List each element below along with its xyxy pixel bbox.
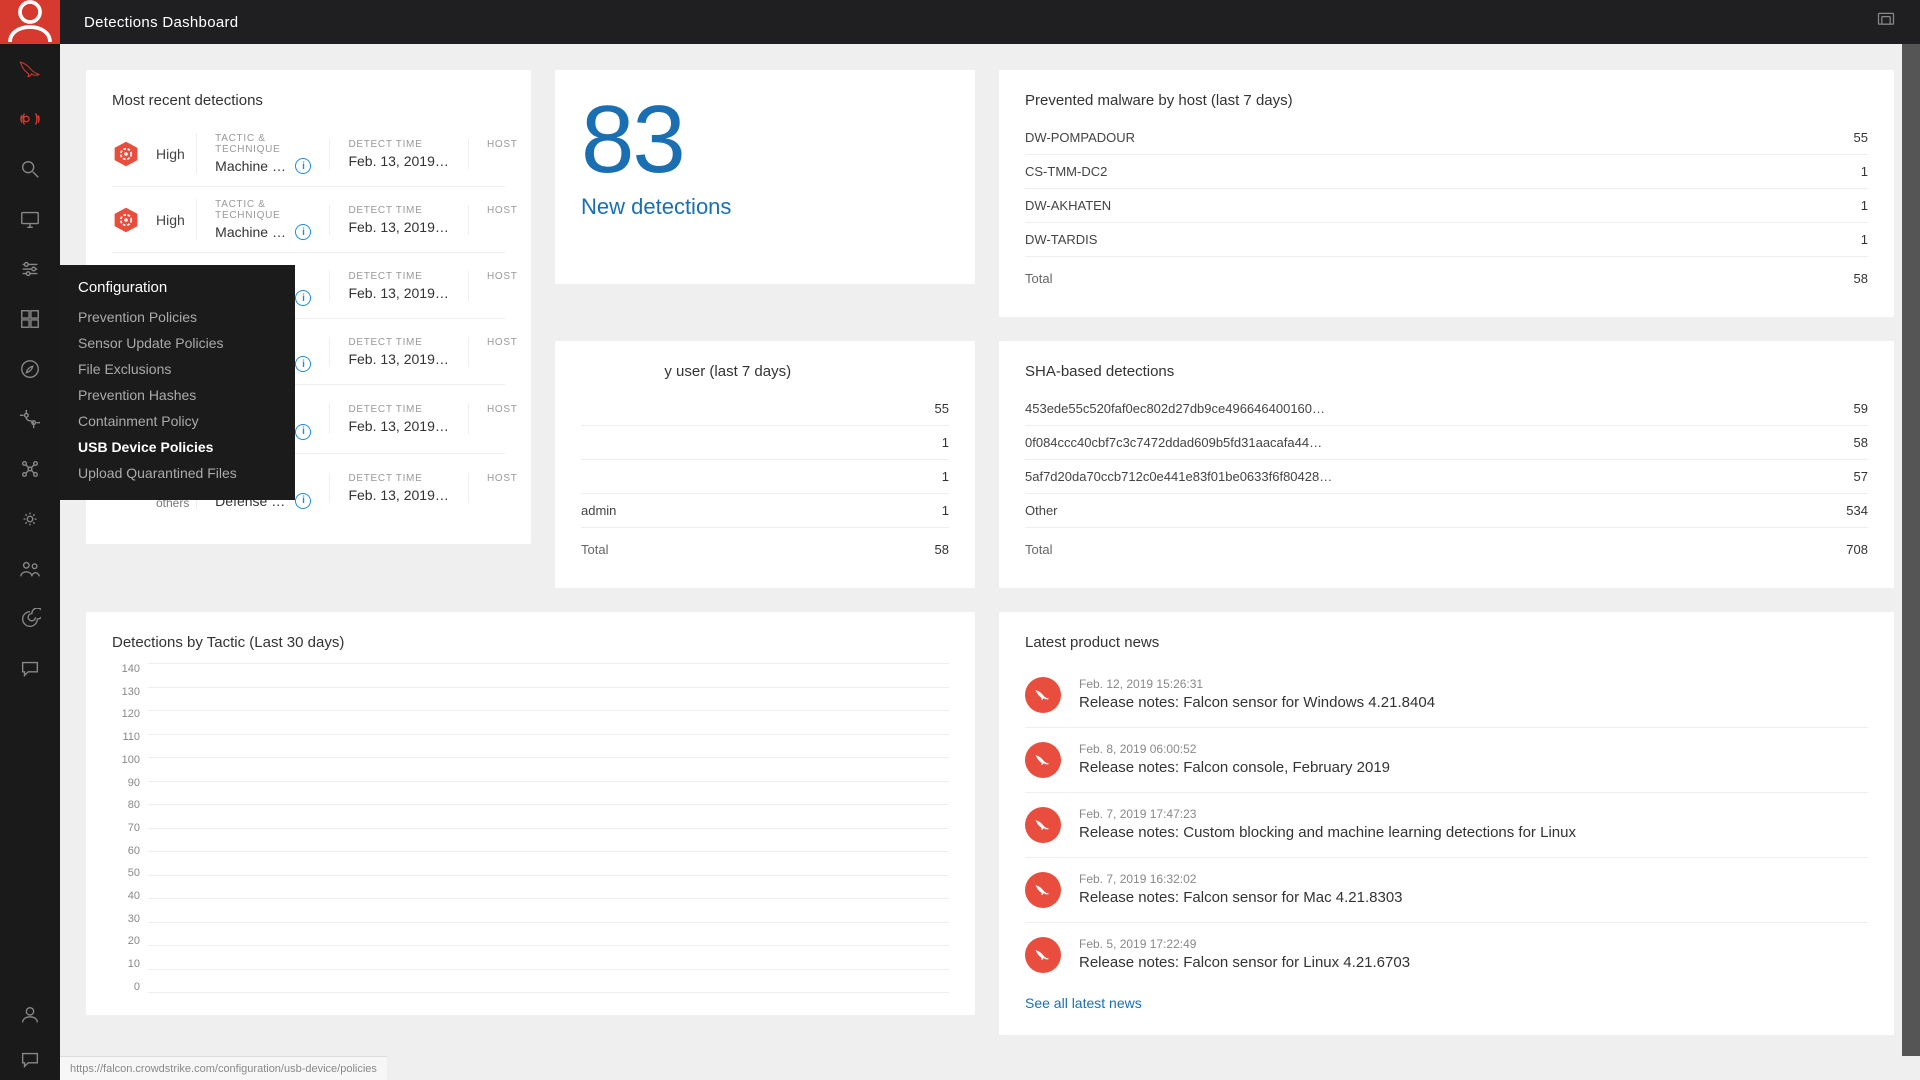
info-icon[interactable]: i bbox=[295, 356, 311, 372]
table-total: Total58 bbox=[581, 527, 949, 566]
card-title: Latest product news bbox=[1025, 634, 1868, 651]
table-total: Total58 bbox=[1025, 256, 1868, 295]
chart-bars bbox=[148, 663, 949, 993]
chart-y-axis: 1401301201101009080706050403020100 bbox=[112, 663, 148, 993]
detection-row[interactable]: High TACTIC & TECHNIQUEMachine Learning … bbox=[112, 186, 505, 252]
target-icon bbox=[112, 206, 140, 234]
news-bullet-icon bbox=[1025, 742, 1061, 778]
submenu-item[interactable]: Prevention Hashes bbox=[60, 382, 295, 408]
table-total: Total708 bbox=[1025, 527, 1868, 566]
metric-value: 83 bbox=[581, 92, 949, 188]
nav-graph-icon[interactable] bbox=[0, 444, 60, 494]
submenu-item[interactable]: Containment Policy bbox=[60, 408, 295, 434]
nav-users-icon[interactable] bbox=[0, 544, 60, 594]
table-row[interactable]: 1 bbox=[581, 459, 949, 493]
nav-chat-icon[interactable] bbox=[0, 644, 60, 694]
page-title: Detections Dashboard bbox=[84, 14, 238, 31]
nav-hosts-icon[interactable] bbox=[0, 194, 60, 244]
submenu-title: Configuration bbox=[60, 279, 295, 304]
news-item[interactable]: Feb. 12, 2019 15:26:31Release notes: Fal… bbox=[1025, 663, 1868, 728]
status-url: https://falcon.crowdstrike.com/configura… bbox=[70, 1063, 377, 1075]
table-row[interactable]: CS-TMM-DC21 bbox=[1025, 154, 1868, 188]
news-bullet-icon bbox=[1025, 872, 1061, 908]
topbar: Detections Dashboard bbox=[60, 0, 1920, 44]
table-row[interactable]: 55 bbox=[581, 392, 949, 425]
nav-discover-icon[interactable] bbox=[0, 344, 60, 394]
submenu-item[interactable]: USB Device Policies bbox=[60, 434, 295, 460]
submenu-item[interactable]: Upload Quarantined Files bbox=[60, 460, 295, 486]
nav-support-icon[interactable] bbox=[0, 1040, 60, 1080]
table-row[interactable]: Other534 bbox=[1025, 493, 1868, 527]
by-sha-card: SHA-based detections 453ede55c520faf0ec8… bbox=[999, 341, 1894, 588]
table-row[interactable]: admin1 bbox=[581, 493, 949, 527]
news-item[interactable]: Feb. 7, 2019 17:47:23Release notes: Cust… bbox=[1025, 793, 1868, 858]
new-detections-card[interactable]: 83 New detections bbox=[555, 70, 975, 284]
table-row[interactable]: DW-TARDIS1 bbox=[1025, 222, 1868, 256]
submenu-item[interactable]: Prevention Policies bbox=[60, 304, 295, 330]
nav-dashboards-icon[interactable] bbox=[0, 294, 60, 344]
nav-investigate-icon[interactable] bbox=[0, 144, 60, 194]
table-row[interactable]: DW-POMPADOUR55 bbox=[1025, 121, 1868, 154]
main-area: Detections Dashboard 83 New detections P… bbox=[60, 0, 1920, 1080]
status-bar: https://falcon.crowdstrike.com/configura… bbox=[60, 1056, 387, 1080]
config-submenu: Configuration Prevention PoliciesSensor … bbox=[60, 265, 295, 500]
nav-configuration-icon[interactable] bbox=[0, 244, 60, 294]
table-row[interactable]: 0f084ccc40cbf7c3c7472ddad609b5fd31aacafa… bbox=[1025, 425, 1868, 459]
card-title: Prevented malware by host (last 7 days) bbox=[1025, 92, 1868, 109]
nav-profile-icon[interactable] bbox=[0, 990, 60, 1040]
info-icon[interactable]: i bbox=[295, 224, 311, 240]
by-user-card: Detections by user (last 7 days) 5511adm… bbox=[555, 341, 975, 588]
news-bullet-icon bbox=[1025, 937, 1061, 973]
news-item[interactable]: Feb. 5, 2019 17:22:49Release notes: Falc… bbox=[1025, 923, 1868, 987]
card-title: SHA-based detections bbox=[1025, 363, 1868, 380]
nav-rail bbox=[0, 0, 60, 1080]
nav-falconx-icon[interactable] bbox=[0, 494, 60, 544]
scrollbar-track[interactable] bbox=[1902, 44, 1920, 1056]
table-row[interactable]: 453ede55c520faf0ec802d27db9ce49664640016… bbox=[1025, 392, 1868, 425]
nav-account[interactable] bbox=[0, 0, 60, 44]
nav-activity-icon[interactable] bbox=[0, 94, 60, 144]
metric-label: New detections bbox=[581, 194, 949, 220]
news-bullet-icon bbox=[1025, 807, 1061, 843]
table-row[interactable]: 1 bbox=[581, 425, 949, 459]
news-item[interactable]: Feb. 7, 2019 16:32:02Release notes: Falc… bbox=[1025, 858, 1868, 923]
detection-row[interactable]: High TACTIC & TECHNIQUEMachine Learning … bbox=[112, 121, 505, 186]
target-icon bbox=[112, 140, 140, 168]
news-item[interactable]: Feb. 8, 2019 06:00:52Release notes: Falc… bbox=[1025, 728, 1868, 793]
nav-spiral-icon[interactable] bbox=[0, 594, 60, 644]
nav-intel-icon[interactable] bbox=[0, 394, 60, 444]
info-icon[interactable]: i bbox=[295, 493, 311, 509]
info-icon[interactable]: i bbox=[295, 424, 311, 440]
submenu-item[interactable]: Sensor Update Policies bbox=[60, 330, 295, 356]
news-bullet-icon bbox=[1025, 677, 1061, 713]
latest-news-card: Latest product news Feb. 12, 2019 15:26:… bbox=[999, 612, 1894, 1035]
card-title: Detections by user (last 7 days) bbox=[581, 363, 949, 380]
info-icon[interactable]: i bbox=[295, 290, 311, 306]
cast-icon[interactable] bbox=[1876, 10, 1896, 35]
table-row[interactable]: 5af7d20da70ccb712c0e441e83f01be0633f6f80… bbox=[1025, 459, 1868, 493]
detections-by-tactic-card: Detections by Tactic (Last 30 days) 1401… bbox=[86, 612, 975, 1015]
brand-falcon-icon[interactable] bbox=[0, 44, 60, 94]
table-row[interactable]: DW-AKHATEN1 bbox=[1025, 188, 1868, 222]
info-icon[interactable]: i bbox=[295, 158, 311, 174]
prevented-malware-card: Prevented malware by host (last 7 days) … bbox=[999, 70, 1894, 317]
card-title: Most recent detections bbox=[112, 92, 505, 109]
see-all-news-link[interactable]: See all latest news bbox=[1025, 995, 1142, 1011]
card-title: Detections by Tactic (Last 30 days) bbox=[112, 634, 949, 651]
submenu-item[interactable]: File Exclusions bbox=[60, 356, 295, 382]
